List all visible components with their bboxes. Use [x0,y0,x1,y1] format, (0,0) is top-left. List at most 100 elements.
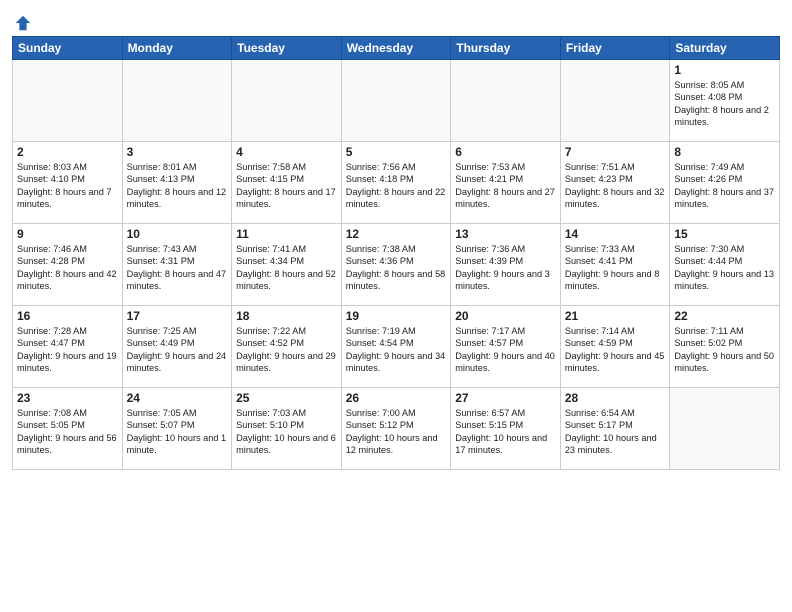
day-info: Sunrise: 7:53 AM Sunset: 4:21 PM Dayligh… [455,161,556,211]
calendar-cell: 16 Sunrise: 7:28 AM Sunset: 4:47 PM Dayli… [13,306,123,388]
weekday-header-wednesday: Wednesday [341,37,451,60]
day-info: Sunrise: 7:08 AM Sunset: 5:05 PM Dayligh… [17,407,118,457]
day-info: Sunrise: 7:17 AM Sunset: 4:57 PM Dayligh… [455,325,556,375]
day-info: Sunrise: 7:22 AM Sunset: 4:52 PM Dayligh… [236,325,337,375]
day-number: 24 [127,391,228,405]
day-number: 4 [236,145,337,159]
day-number: 18 [236,309,337,323]
day-number: 11 [236,227,337,241]
day-number: 8 [674,145,775,159]
day-info: Sunrise: 7:28 AM Sunset: 4:47 PM Dayligh… [17,325,118,375]
calendar-cell [13,60,123,142]
day-info: Sunrise: 7:19 AM Sunset: 4:54 PM Dayligh… [346,325,447,375]
day-number: 2 [17,145,118,159]
day-info: Sunrise: 7:36 AM Sunset: 4:39 PM Dayligh… [455,243,556,293]
calendar-cell: 2 Sunrise: 8:03 AM Sunset: 4:10 PM Daylig… [13,142,123,224]
day-number: 16 [17,309,118,323]
calendar-cell: 23 Sunrise: 7:08 AM Sunset: 5:05 PM Dayli… [13,388,123,470]
calendar-cell [451,60,561,142]
day-number: 17 [127,309,228,323]
day-number: 13 [455,227,556,241]
header [12,10,780,30]
calendar-cell: 28Sunrise: 6:54 AM Sunset: 5:17 PM Dayli… [560,388,670,470]
day-info: Sunrise: 7:51 AM Sunset: 4:23 PM Dayligh… [565,161,666,211]
day-number: 25 [236,391,337,405]
day-number: 27 [455,391,556,405]
day-info: Sunrise: 6:57 AM Sunset: 5:15 PM Dayligh… [455,407,556,457]
calendar-week-4: 23 Sunrise: 7:08 AM Sunset: 5:05 PM Dayli… [13,388,780,470]
day-number: 21 [565,309,666,323]
weekday-header-friday: Friday [560,37,670,60]
day-number: 19 [346,309,447,323]
calendar-cell: 14Sunrise: 7:33 AM Sunset: 4:41 PM Dayli… [560,224,670,306]
calendar-week-2: 9Sunrise: 7:46 AM Sunset: 4:28 PM Daylig… [13,224,780,306]
calendar-cell: 11 Sunrise: 7:41 AM Sunset: 4:34 PM Dayli… [232,224,342,306]
calendar-cell: 5 Sunrise: 7:56 AM Sunset: 4:18 PM Daylig… [341,142,451,224]
day-number: 5 [346,145,447,159]
day-info: Sunrise: 7:56 AM Sunset: 4:18 PM Dayligh… [346,161,447,211]
calendar-cell: 13 Sunrise: 7:36 AM Sunset: 4:39 PM Dayli… [451,224,561,306]
calendar-cell: 20 Sunrise: 7:17 AM Sunset: 4:57 PM Dayli… [451,306,561,388]
calendar-cell: 10 Sunrise: 7:43 AM Sunset: 4:31 PM Dayli… [122,224,232,306]
day-number: 23 [17,391,118,405]
day-number: 15 [674,227,775,241]
calendar-cell: 17 Sunrise: 7:25 AM Sunset: 4:49 PM Dayli… [122,306,232,388]
calendar-cell: 19 Sunrise: 7:19 AM Sunset: 4:54 PM Dayli… [341,306,451,388]
calendar-week-1: 2 Sunrise: 8:03 AM Sunset: 4:10 PM Daylig… [13,142,780,224]
day-number: 22 [674,309,775,323]
calendar-cell: 26 Sunrise: 7:00 AM Sunset: 5:12 PM Dayli… [341,388,451,470]
weekday-header-saturday: Saturday [670,37,780,60]
day-info: Sunrise: 8:03 AM Sunset: 4:10 PM Dayligh… [17,161,118,211]
day-number: 26 [346,391,447,405]
calendar-header-row: SundayMondayTuesdayWednesdayThursdayFrid… [13,37,780,60]
day-info: Sunrise: 8:05 AM Sunset: 4:08 PM Dayligh… [674,79,775,129]
calendar-week-0: 1 Sunrise: 8:05 AM Sunset: 4:08 PM Daylig… [13,60,780,142]
day-info: Sunrise: 7:25 AM Sunset: 4:49 PM Dayligh… [127,325,228,375]
day-info: Sunrise: 7:49 AM Sunset: 4:26 PM Dayligh… [674,161,775,211]
day-info: Sunrise: 6:54 AM Sunset: 5:17 PM Dayligh… [565,407,666,457]
day-info: Sunrise: 7:38 AM Sunset: 4:36 PM Dayligh… [346,243,447,293]
day-number: 6 [455,145,556,159]
day-number: 1 [674,63,775,77]
day-number: 20 [455,309,556,323]
day-info: Sunrise: 7:14 AM Sunset: 4:59 PM Dayligh… [565,325,666,375]
day-info: Sunrise: 7:33 AM Sunset: 4:41 PM Dayligh… [565,243,666,293]
day-number: 12 [346,227,447,241]
calendar-week-3: 16 Sunrise: 7:28 AM Sunset: 4:47 PM Dayli… [13,306,780,388]
calendar-cell: 25Sunrise: 7:03 AM Sunset: 5:10 PM Dayli… [232,388,342,470]
calendar-cell: 9Sunrise: 7:46 AM Sunset: 4:28 PM Daylig… [13,224,123,306]
calendar-cell: 4 Sunrise: 7:58 AM Sunset: 4:15 PM Daylig… [232,142,342,224]
day-number: 9 [17,227,118,241]
day-number: 10 [127,227,228,241]
calendar-cell: 8 Sunrise: 7:49 AM Sunset: 4:26 PM Daylig… [670,142,780,224]
calendar-cell: 27 Sunrise: 6:57 AM Sunset: 5:15 PM Dayli… [451,388,561,470]
calendar-cell [232,60,342,142]
weekday-header-tuesday: Tuesday [232,37,342,60]
calendar-cell: 6 Sunrise: 7:53 AM Sunset: 4:21 PM Daylig… [451,142,561,224]
day-number: 7 [565,145,666,159]
day-info: Sunrise: 7:58 AM Sunset: 4:15 PM Dayligh… [236,161,337,211]
calendar-cell: 22 Sunrise: 7:11 AM Sunset: 5:02 PM Dayli… [670,306,780,388]
calendar-cell: 15Sunrise: 7:30 AM Sunset: 4:44 PM Dayli… [670,224,780,306]
calendar-table: SundayMondayTuesdayWednesdayThursdayFrid… [12,36,780,470]
day-info: Sunrise: 7:11 AM Sunset: 5:02 PM Dayligh… [674,325,775,375]
day-info: Sunrise: 7:43 AM Sunset: 4:31 PM Dayligh… [127,243,228,293]
day-number: 3 [127,145,228,159]
weekday-header-sunday: Sunday [13,37,123,60]
weekday-header-thursday: Thursday [451,37,561,60]
calendar-cell: 12 Sunrise: 7:38 AM Sunset: 4:36 PM Dayli… [341,224,451,306]
calendar-cell [670,388,780,470]
calendar-cell: 3 Sunrise: 8:01 AM Sunset: 4:13 PM Daylig… [122,142,232,224]
day-info: Sunrise: 7:05 AM Sunset: 5:07 PM Dayligh… [127,407,228,457]
calendar-cell [122,60,232,142]
calendar-cell: 18 Sunrise: 7:22 AM Sunset: 4:52 PM Dayli… [232,306,342,388]
day-info: Sunrise: 7:41 AM Sunset: 4:34 PM Dayligh… [236,243,337,293]
calendar-cell [341,60,451,142]
day-info: Sunrise: 8:01 AM Sunset: 4:13 PM Dayligh… [127,161,228,211]
calendar-cell: 1 Sunrise: 8:05 AM Sunset: 4:08 PM Daylig… [670,60,780,142]
weekday-header-monday: Monday [122,37,232,60]
day-info: Sunrise: 7:00 AM Sunset: 5:12 PM Dayligh… [346,407,447,457]
calendar-cell: 21 Sunrise: 7:14 AM Sunset: 4:59 PM Dayli… [560,306,670,388]
calendar-cell: 7 Sunrise: 7:51 AM Sunset: 4:23 PM Daylig… [560,142,670,224]
logo [12,14,32,30]
